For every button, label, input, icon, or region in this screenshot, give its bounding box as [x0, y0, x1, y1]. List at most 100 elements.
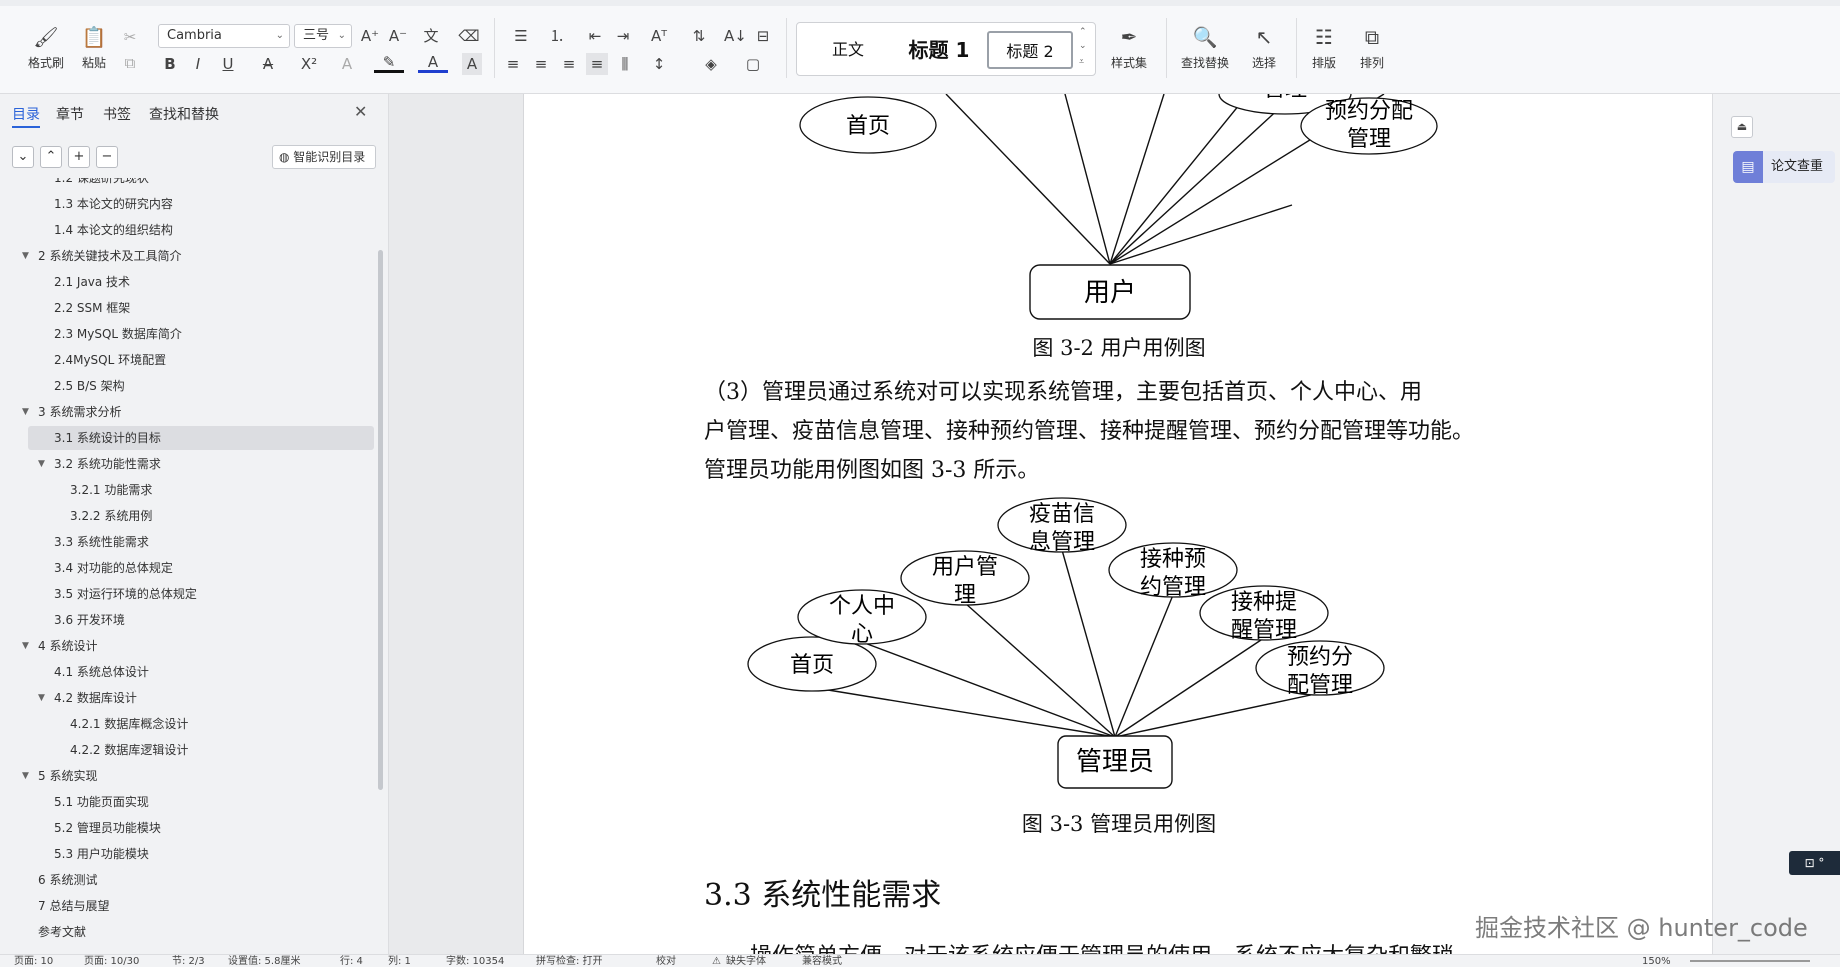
find-replace-button[interactable]: 🔍 查找替换	[1174, 24, 1236, 71]
collapse-panel-button[interactable]: ⏏	[1731, 116, 1753, 138]
toc-item[interactable]: ▼ 3.2 系统功能性需求	[28, 452, 374, 476]
italic-icon[interactable]: I	[188, 53, 208, 75]
expand-caret-icon[interactable]: ▼	[22, 634, 29, 658]
text-effect-icon[interactable]: A	[334, 53, 360, 75]
floating-tool-button[interactable]: ⊡ °	[1789, 851, 1840, 875]
toc-item[interactable]: 5.2 管理员功能模块	[28, 816, 374, 840]
grow-font-icon[interactable]: A⁺	[360, 25, 380, 47]
toc-item[interactable]: 参考文献	[28, 920, 374, 944]
underline-icon[interactable]: U	[214, 53, 242, 75]
distributed-icon[interactable]: ⫼	[614, 53, 636, 75]
document-page[interactable]: 管理 首页 预约分配 管理 用户 首页个人中心用户管理疫苗信息管理接种预约管理接…	[523, 94, 1713, 954]
toc-item[interactable]: 3.6 开发环境	[28, 608, 374, 632]
status-zoom[interactable]: 150%	[1642, 955, 1671, 967]
style-set-button[interactable]: ✒ 样式集	[1102, 24, 1156, 71]
sort-az-icon[interactable]: A↓	[724, 25, 747, 47]
toc-item[interactable]: 5.1 功能页面实现	[28, 790, 374, 814]
toc-item[interactable]: 3.3 系统性能需求	[28, 530, 374, 554]
copy-icon[interactable]: ⧉	[120, 52, 140, 74]
format-painter-button[interactable]: 🖌 格式刷	[26, 24, 66, 71]
tab-bookmarks[interactable]: 书签	[103, 104, 131, 124]
toc-item[interactable]: 5.3 用户功能模块	[28, 842, 374, 866]
border-icon[interactable]: ▢	[738, 53, 768, 75]
toc-item[interactable]: 7 总结与展望	[28, 894, 374, 918]
strikethrough-icon[interactable]: A	[254, 53, 282, 75]
expand-styles-icon[interactable]: ⩡	[1079, 57, 1084, 67]
expand-caret-icon[interactable]: ▼	[22, 244, 29, 268]
cut-icon[interactable]: ✂	[120, 26, 140, 48]
toc-item[interactable]: 1.3 本论文的研究内容	[28, 192, 374, 216]
toc-item[interactable]: 2.5 B/S 架构	[28, 374, 374, 398]
justify-icon[interactable]: ≡	[586, 53, 608, 75]
tab-chapters[interactable]: 章节	[56, 104, 84, 124]
select-button[interactable]: ↖ 选择	[1244, 24, 1284, 71]
clear-format-icon[interactable]: ⌫	[458, 25, 480, 47]
font-color-icon[interactable]: A	[418, 53, 448, 73]
shrink-font-icon[interactable]: A⁻	[388, 25, 408, 47]
superscript-icon[interactable]: X²	[294, 53, 324, 75]
chevron-down-icon[interactable]: ⌄	[1079, 41, 1087, 51]
numbered-list-icon[interactable]: ⒈	[542, 25, 572, 47]
tab-stops-icon[interactable]: ⊟	[752, 25, 774, 47]
toc-item[interactable]: 3.2.2 系统用例	[28, 504, 374, 528]
layout-button[interactable]: ☷ 排版	[1304, 24, 1344, 71]
toc-item[interactable]: ▼ 5 系统实现	[22, 764, 374, 788]
toc-item[interactable]: ▼ 3 系统需求分析	[22, 400, 374, 424]
status-words[interactable]: 字数: 10354	[446, 955, 504, 967]
toc-item[interactable]: 4.1 系统总体设计	[28, 660, 374, 684]
expand-up-button[interactable]: ⌃	[40, 146, 62, 168]
text-direction-icon[interactable]: Aᵀ	[644, 25, 674, 47]
toc-item[interactable]: 3.1 系统设计的目标	[28, 426, 374, 450]
toc-item[interactable]: 3.2.1 功能需求	[28, 478, 374, 502]
tab-toc[interactable]: 目录	[12, 104, 40, 124]
smart-toc-button[interactable]: ◍ 智能识别目录	[272, 145, 376, 169]
expand-caret-icon[interactable]: ▼	[22, 764, 29, 788]
tab-find-replace[interactable]: 查找和替换	[149, 104, 219, 124]
align-left-icon[interactable]: ≡	[502, 53, 524, 75]
nav-scrollbar[interactable]	[378, 250, 383, 790]
expand-caret-icon[interactable]: ▼	[38, 452, 45, 476]
remove-heading-button[interactable]: −	[96, 146, 118, 168]
close-icon[interactable]: ✕	[354, 102, 367, 121]
toc-item[interactable]: 1.2 课题研究现状	[28, 178, 374, 190]
bullet-list-icon[interactable]: ☰	[506, 25, 536, 47]
sort-icon[interactable]: ⇅	[684, 25, 714, 47]
align-center-icon[interactable]: ≡	[530, 53, 552, 75]
arrange-button[interactable]: ⧉ 排列	[1352, 24, 1392, 71]
add-heading-button[interactable]: +	[68, 146, 90, 168]
line-spacing-icon[interactable]: ↕	[644, 53, 674, 75]
toc-item[interactable]: 2.3 MySQL 数据库简介	[28, 322, 374, 346]
status-spell[interactable]: 拼写检查: 打开	[536, 955, 603, 967]
style-heading2[interactable]: 标题 2	[987, 31, 1073, 69]
font-name-select[interactable]: Cambria ⌄	[158, 24, 290, 48]
expand-caret-icon[interactable]: ▼	[22, 400, 29, 424]
shading-icon[interactable]: ◈	[696, 53, 726, 75]
phonetic-guide-icon[interactable]: 文	[416, 25, 446, 47]
toc-item[interactable]: 2.4MySQL 环境配置	[28, 348, 374, 372]
toc-item[interactable]: ▼ 4 系统设计	[22, 634, 374, 658]
decrease-indent-icon[interactable]: ⇤	[584, 25, 606, 47]
status-proof[interactable]: 校对	[656, 955, 676, 967]
toc-item[interactable]: 2.1 Java 技术	[28, 270, 374, 294]
expand-caret-icon[interactable]: ▼	[38, 686, 45, 710]
toc-item[interactable]: ▼ 4.2 数据库设计	[28, 686, 374, 710]
status-missing-font[interactable]: 缺失字体	[726, 955, 766, 967]
align-right-icon[interactable]: ≡	[558, 53, 580, 75]
status-page-of[interactable]: 页面: 10/30	[84, 955, 139, 967]
toc-item[interactable]: 3.4 对功能的总体规定	[28, 556, 374, 580]
char-shading-icon[interactable]: A	[462, 53, 482, 75]
toc-item[interactable]: 4.2.2 数据库逻辑设计	[28, 738, 374, 762]
toc-item[interactable]: ▼ 2 系统关键技术及工具简介	[22, 244, 374, 268]
toc-item[interactable]: 4.2.1 数据库概念设计	[28, 712, 374, 736]
paste-button[interactable]: 📋 粘贴	[74, 24, 114, 71]
highlight-icon[interactable]: ✎	[374, 53, 404, 73]
zoom-slider[interactable]	[1690, 960, 1810, 962]
toc-item[interactable]: 1.4 本论文的组织结构	[28, 218, 374, 242]
style-normal[interactable]: 正文	[815, 31, 881, 69]
chevron-up-icon[interactable]: ⌃	[1079, 27, 1087, 37]
toc-item[interactable]: 3.5 对运行环境的总体规定	[28, 582, 374, 606]
toc-item[interactable]: 2.2 SSM 框架	[28, 296, 374, 320]
increase-indent-icon[interactable]: ⇥	[612, 25, 634, 47]
font-size-select[interactable]: 三号 ⌄	[294, 24, 352, 48]
toc-item[interactable]: 6 系统测试	[28, 868, 374, 892]
